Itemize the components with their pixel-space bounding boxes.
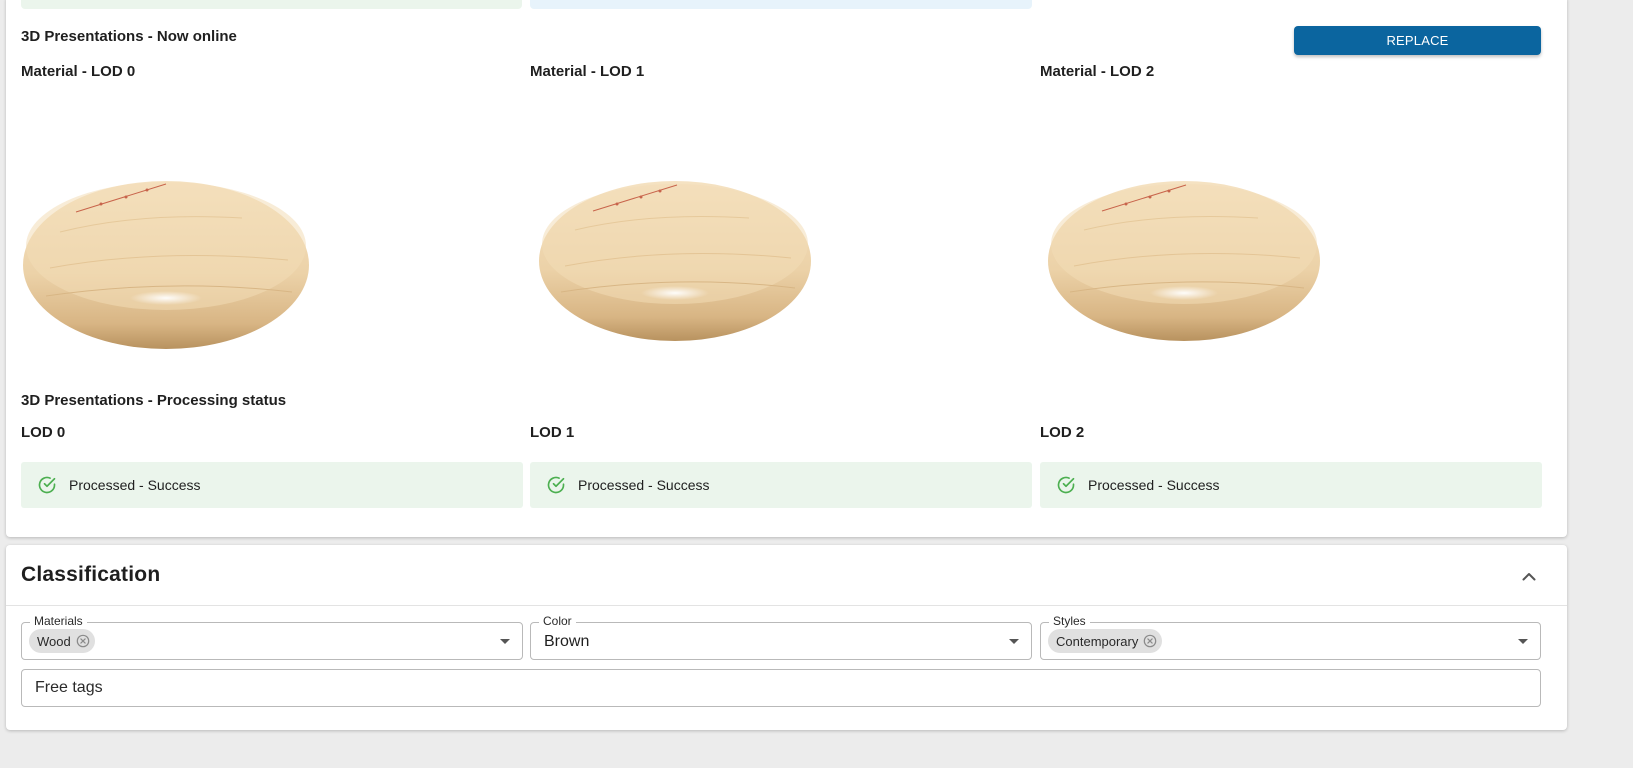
arrow-drop-down-icon[interactable]: [500, 639, 510, 644]
materials-label: Materials: [30, 614, 87, 628]
materials-select[interactable]: Materials Wood: [21, 614, 523, 660]
lod-2-status: Processed - Success: [1040, 462, 1542, 508]
measure-marker: [658, 189, 662, 193]
status-text: Processed - Success: [1088, 477, 1220, 493]
material-lod-0-title: Material - LOD 0: [21, 63, 136, 80]
wood-highlight: [130, 291, 202, 305]
wood-highlight: [1150, 286, 1218, 300]
measure-marker: [1148, 195, 1152, 199]
check-circle-outline-icon: [1057, 476, 1075, 494]
previous-section-strip-info: [530, 0, 1032, 9]
wood-disc-top: [26, 182, 306, 310]
cancel-icon[interactable]: [1143, 634, 1157, 648]
styles-select[interactable]: Styles Contemporary: [1040, 614, 1541, 660]
lod-2-title: LOD 2: [1040, 424, 1085, 441]
chip-label: Wood: [37, 633, 71, 649]
previous-section-strip: [21, 0, 522, 9]
divider: [6, 605, 1567, 606]
cancel-icon[interactable]: [76, 634, 90, 648]
measure-marker: [639, 195, 643, 199]
check-circle-outline-icon: [38, 476, 56, 494]
material-lod-2-preview[interactable]: [1046, 178, 1323, 343]
classification-card: Classification Materials Wood Color Brow…: [6, 545, 1567, 730]
collapse-button[interactable]: [1516, 563, 1542, 589]
online-section-title: 3D Presentations - Now online: [21, 28, 237, 45]
arrow-drop-down-icon[interactable]: [1518, 639, 1528, 644]
color-select[interactable]: Color Brown: [530, 614, 1032, 660]
lod-0-title: LOD 0: [21, 424, 66, 441]
styles-label: Styles: [1049, 614, 1090, 628]
material-lod-1-title: Material - LOD 1: [530, 63, 645, 80]
arrow-drop-down-icon[interactable]: [1009, 639, 1019, 644]
free-tags-input[interactable]: [21, 669, 1541, 707]
processing-section-title: 3D Presentations - Processing status: [21, 392, 287, 409]
styles-chip[interactable]: Contemporary: [1048, 629, 1163, 653]
wood-highlight: [641, 286, 709, 300]
material-lod-1-preview[interactable]: [537, 178, 814, 343]
replace-button[interactable]: REPLACE: [1294, 26, 1541, 55]
status-text: Processed - Success: [69, 477, 201, 493]
measure-marker: [615, 202, 619, 206]
measure-marker: [1124, 202, 1128, 206]
material-lod-2-title: Material - LOD 2: [1040, 63, 1155, 80]
measure-marker: [1167, 189, 1171, 193]
check-circle-outline-icon: [547, 476, 565, 494]
color-label: Color: [539, 614, 576, 628]
lod-1-title: LOD 1: [530, 424, 575, 441]
classification-title: Classification: [21, 563, 161, 586]
lod-0-status: Processed - Success: [21, 462, 523, 508]
materials-chip[interactable]: Wood: [29, 629, 95, 653]
lod-1-status: Processed - Success: [530, 462, 1032, 508]
color-value: Brown: [544, 633, 590, 650]
measure-marker: [99, 202, 103, 206]
presentations-card: 3D Presentations - Now online REPLACE Ma…: [6, 0, 1567, 537]
chevron-up-icon: [1522, 572, 1536, 580]
measure-marker: [124, 195, 128, 199]
measure-marker: [145, 188, 149, 192]
chip-label: Contemporary: [1056, 633, 1139, 649]
status-text: Processed - Success: [578, 477, 710, 493]
material-lod-0-preview[interactable]: [20, 176, 312, 351]
